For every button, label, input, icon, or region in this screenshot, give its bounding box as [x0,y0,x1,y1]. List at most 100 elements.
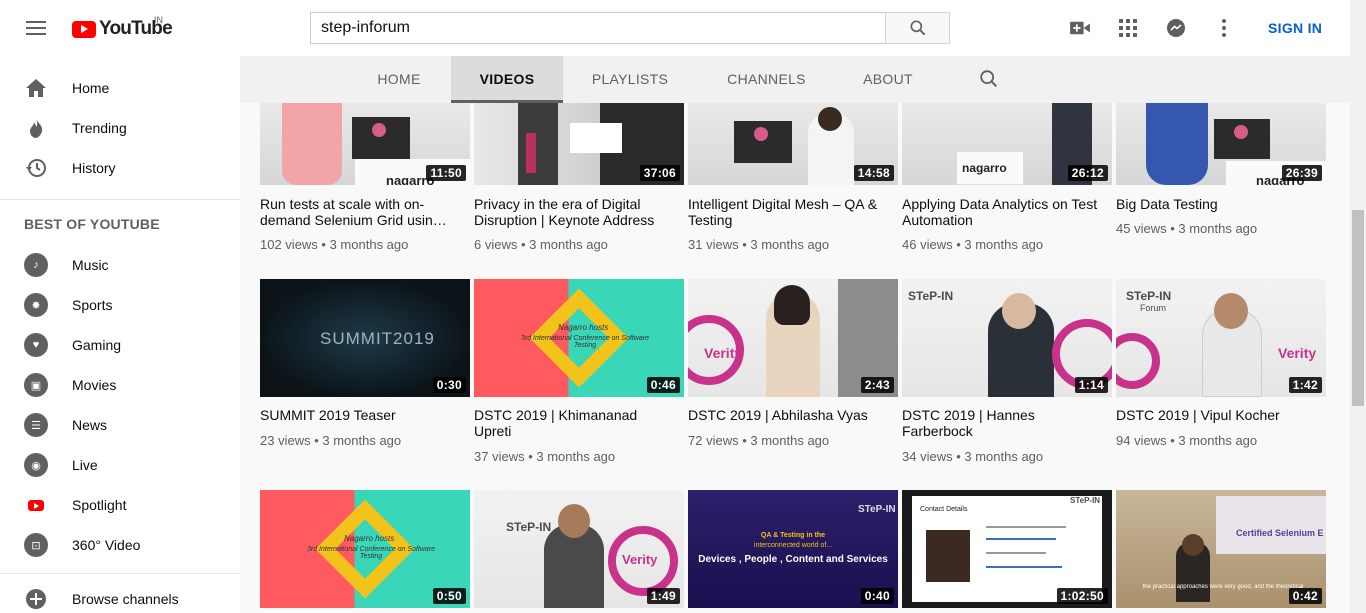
sidebar-item-browse-channels[interactable]: Browse channels [0,582,240,613]
upload-age: 3 months ago [1178,433,1258,448]
duration-badge: 14:58 [853,165,894,181]
view-count: 34 views [902,449,953,464]
thumbnail-brand-text: STeP-IN [908,289,954,303]
video-title[interactable]: Applying Data Analytics on Test Automati… [902,196,1102,228]
duration-badge: 1:02:50 [1056,588,1108,604]
masthead: YouTube IN SIGN IN [0,0,1350,56]
video-thumbnail[interactable]: SUMMIT2019 0:30 [260,279,470,397]
video-title[interactable]: SUMMIT 2019 Teaser [260,407,460,423]
history-icon [24,156,48,180]
video-title[interactable]: DSTC 2019 | Vipul Kocher [1116,407,1316,423]
thumbnail-line-3: Devices , People , Content and Services [698,554,888,565]
home-icon [24,76,48,100]
video-title[interactable]: Intelligent Digital Mesh – QA & Testing [688,196,888,228]
video-thumbnail[interactable]: 37:06 [474,103,684,185]
sidebar-item-movies[interactable]: ▣ Movies [0,365,240,405]
tab-channels[interactable]: CHANNELS [718,56,815,103]
sidebar-item-history[interactable]: History [0,148,240,188]
duration-badge: 26:12 [1067,165,1108,181]
video-thumbnail[interactable]: nagarro 11:50 [260,103,470,185]
sidebar-item-sports[interactable]: ✸ Sports [0,285,240,325]
movies-icon: ▣ [24,373,48,397]
video-meta: 94 views • 3 months ago [1116,433,1258,448]
thumbnail-line-1: QA & Testing in the [760,532,826,539]
view-count: 72 views [688,433,739,448]
video-thumbnail[interactable]: Nagarro hosts 3rd International Conferen… [474,279,684,397]
news-icon: ☰ [24,413,48,437]
sidebar-item-360-video[interactable]: ⊡ 360° Video [0,525,240,565]
video-thumbnail[interactable]: nagarro 26:12 [902,103,1112,185]
video-thumbnail[interactable]: 14:58 [688,103,898,185]
thumbnail-brand-text: Verity [704,345,743,361]
video-thumbnail[interactable]: STeP-IN 1:14 [902,279,1112,397]
video-title[interactable]: Big Data Testing [1116,196,1316,212]
duration-badge: 11:50 [426,165,466,181]
sidebar-item-spotlight[interactable]: Spotlight [0,485,240,525]
video-title[interactable]: DSTC 2019 | Hannes Farberbock [902,407,1102,439]
sidebar-item-music[interactable]: ♪ Music [0,245,240,285]
video-thumbnail[interactable]: STeP-IN QA & Testing in the interconnect… [688,490,898,608]
view-count: 94 views [1116,433,1167,448]
duration-badge: 1:49 [646,588,680,604]
video-meta: 72 views • 3 months ago [688,433,830,448]
video-thumbnail[interactable]: STeP-IN Verity 1:49 [474,490,684,608]
gaming-icon: ♥ [24,333,48,357]
video-meta: 31 views • 3 months ago [688,237,830,252]
search-button[interactable] [885,12,950,44]
more-options-icon[interactable] [1212,16,1236,40]
video-meta: 46 views • 3 months ago [902,237,1044,252]
video-thumbnail[interactable]: STeP-IN Forum Verity 1:42 [1116,279,1326,397]
video-thumbnail[interactable]: Contact Details STeP-IN 1:02:50 [902,490,1112,608]
duration-badge: 37:06 [639,165,680,181]
tab-videos[interactable]: VIDEOS [451,56,563,103]
video-meta: 34 views • 3 months ago [902,449,1044,464]
upload-age: 3 months ago [322,433,402,448]
video-thumbnail[interactable]: Verity 2:43 [688,279,898,397]
create-video-icon[interactable] [1068,16,1092,40]
video-title[interactable]: DSTC 2019 | Khimananad Upreti [474,407,674,439]
sign-in-button[interactable]: SIGN IN [1254,17,1336,39]
apps-icon[interactable] [1116,16,1140,40]
upload-age: 3 months ago [329,237,409,252]
video-grid: nagarro 11:50 Run tests at scale with on… [260,103,1330,613]
view-count: 23 views [260,433,311,448]
view-count: 37 views [474,449,525,464]
duration-badge: 1:42 [1288,377,1322,393]
video-thumbnail[interactable]: Nagarro hosts 3rd International Conferen… [260,490,470,608]
view-count: 45 views [1116,221,1167,236]
sidebar-item-label: Trending [72,120,127,136]
thumbnail-brand-text: nagarro [962,161,1007,175]
channel-search-icon[interactable] [978,68,1000,95]
sidebar-item-label: Spotlight [72,497,127,513]
video-title[interactable]: Privacy in the era of Digital Disruption… [474,196,674,228]
page-scrollbar[interactable] [1350,0,1366,613]
sidebar-item-label: Movies [72,377,117,393]
sidebar-item-trending[interactable]: Trending [0,108,240,148]
sidebar-item-news[interactable]: ☰ News [0,405,240,445]
sidebar-item-live[interactable]: ◉ Live [0,445,240,485]
duration-badge: 2:43 [860,377,894,393]
video-thumbnail[interactable]: nagarro 26:39 [1116,103,1326,185]
video-title[interactable]: Run tests at scale with on-demand Seleni… [260,196,460,228]
menu-icon[interactable] [24,18,48,38]
youtube-logo[interactable]: YouTube IN [72,15,173,40]
sidebar-item-label: 360° Video [72,537,141,553]
sidebar-item-home[interactable]: Home [0,68,240,108]
sidebar-item-gaming[interactable]: ♥ Gaming [0,325,240,365]
tab-playlists[interactable]: PLAYLISTS [580,56,680,103]
view-count: 31 views [688,237,739,252]
video-title[interactable]: DSTC 2019 | Abhilasha Vyas [688,407,888,423]
tab-about[interactable]: ABOUT [852,56,924,103]
messages-icon[interactable] [1164,16,1188,40]
thumbnail-brand-text: STeP-IN [858,504,896,515]
scrollbar-thumb[interactable] [1352,210,1364,406]
sidebar-item-label: News [72,417,108,433]
video-thumbnail[interactable]: Certified Selenium E the practical appro… [1116,490,1326,608]
view-count: 46 views [902,237,953,252]
search-icon [910,20,925,36]
music-icon: ♪ [24,253,48,277]
thumbnail-line-2: interconnected world of... [753,542,833,549]
tab-home[interactable]: HOME [359,56,439,103]
spotlight-icon [24,493,48,517]
search-input[interactable] [310,12,886,44]
